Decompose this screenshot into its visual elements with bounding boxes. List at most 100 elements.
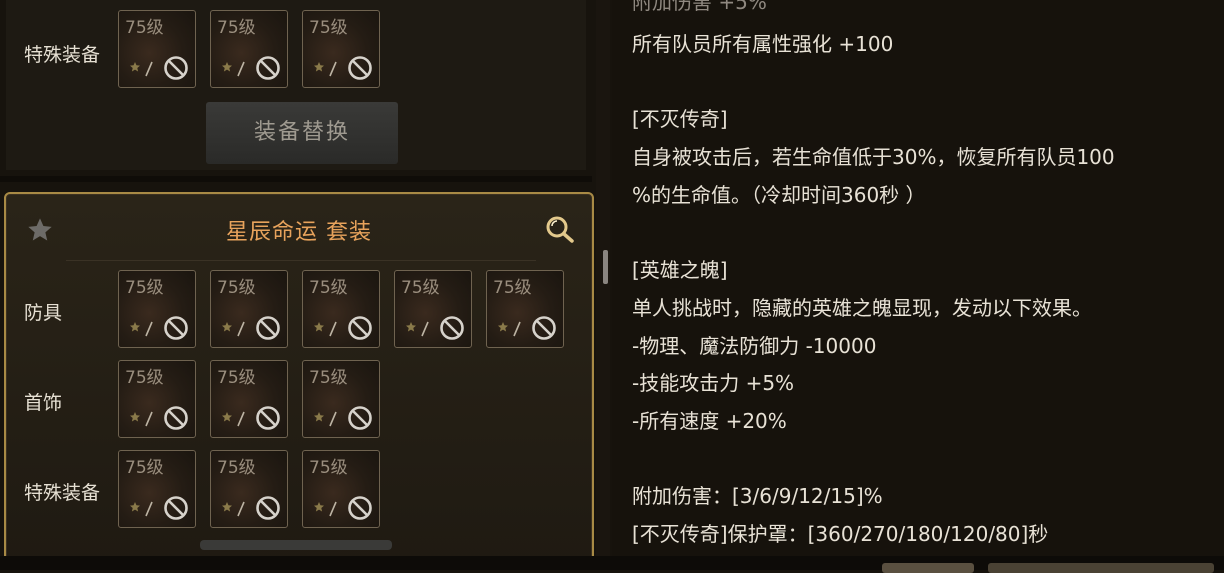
description-line: [不灭传奇] bbox=[632, 107, 728, 132]
slash-icon bbox=[329, 61, 337, 77]
equipment-slot[interactable]: 75级 bbox=[210, 10, 288, 88]
slot-level: 75级 bbox=[125, 458, 164, 478]
slot-level: 75级 bbox=[125, 368, 164, 388]
slot-level: 75级 bbox=[493, 278, 532, 298]
ban-icon bbox=[164, 316, 188, 340]
equipment-slot[interactable]: 75级 bbox=[210, 360, 288, 438]
mini-star-icon bbox=[498, 322, 508, 332]
section-divider bbox=[0, 176, 592, 182]
slash-icon bbox=[237, 501, 245, 517]
description-line: -技能攻击力 +5% bbox=[632, 371, 795, 396]
slash-icon bbox=[329, 411, 337, 427]
slot-level: 75级 bbox=[217, 368, 256, 388]
ban-icon bbox=[348, 406, 372, 430]
slot-level: 75级 bbox=[217, 458, 256, 478]
ban-icon bbox=[348, 496, 372, 520]
panel-divider bbox=[596, 0, 610, 570]
description-line: -所有速度 +20% bbox=[632, 409, 787, 433]
header-divider bbox=[66, 260, 536, 261]
mini-star-icon bbox=[130, 502, 140, 512]
slash-icon bbox=[329, 501, 337, 517]
slash-icon bbox=[513, 321, 521, 337]
equipment-slot[interactable]: 75级 bbox=[118, 450, 196, 528]
equipment-slot[interactable]: 75级 bbox=[302, 360, 380, 438]
set-header: 星辰命运 套装 bbox=[6, 194, 592, 261]
ban-icon bbox=[532, 316, 556, 340]
description-line: [英雄之魄] bbox=[632, 258, 728, 283]
left-bottom-button-edge[interactable] bbox=[200, 540, 392, 550]
equipment-slot[interactable]: 75级 bbox=[118, 10, 196, 88]
ban-icon bbox=[164, 56, 188, 80]
slash-icon bbox=[237, 321, 245, 337]
mini-star-icon bbox=[222, 412, 232, 422]
mini-star-icon bbox=[314, 62, 324, 72]
bottom-button-1[interactable] bbox=[882, 563, 974, 573]
slot-level: 75级 bbox=[125, 18, 164, 38]
mini-star-icon bbox=[222, 62, 232, 72]
equipment-slot[interactable]: 75级 bbox=[302, 10, 380, 88]
ban-icon bbox=[164, 496, 188, 520]
slot-level: 75级 bbox=[401, 278, 440, 298]
mini-star-icon bbox=[222, 322, 232, 332]
ban-icon bbox=[256, 56, 280, 80]
equipment-replace-button[interactable]: 装备替换 bbox=[206, 102, 398, 164]
desc-cut-line: 附加伤害 +5% bbox=[632, 0, 767, 14]
slash-icon bbox=[145, 61, 153, 77]
ban-icon bbox=[256, 316, 280, 340]
set-panel: 星辰命运 套装 防具 75级 75级 75级 75级 75级 首饰 75级 75级 75级 特殊装备… bbox=[4, 192, 594, 566]
equipment-slot[interactable]: 75级 bbox=[394, 270, 472, 348]
equipment-top-section: 特殊装备 75级 75级 75级 装备替换 bbox=[6, 0, 586, 170]
ban-icon bbox=[440, 316, 464, 340]
slot-level: 75级 bbox=[217, 18, 256, 38]
row-label: 特殊装备 bbox=[24, 482, 101, 504]
slot-level: 75级 bbox=[309, 458, 348, 478]
description-line: 所有队员所有属性强化 +100 bbox=[632, 32, 894, 56]
set-title: 星辰命运 套装 bbox=[226, 220, 372, 245]
ban-icon bbox=[164, 406, 188, 430]
equipment-slot[interactable]: 75级 bbox=[118, 270, 196, 348]
mini-star-icon bbox=[314, 322, 324, 332]
description-line: %的生命值。（冷却时间360秒 ） bbox=[632, 182, 926, 207]
mini-star-icon bbox=[222, 502, 232, 512]
equipment-slot[interactable]: 75级 bbox=[486, 270, 564, 348]
mini-star-icon bbox=[130, 412, 140, 422]
mini-star-icon bbox=[130, 62, 140, 72]
slash-icon bbox=[237, 61, 245, 77]
slot-level: 75级 bbox=[309, 18, 348, 38]
description-line: 附加伤害：[3/6/9/12/15]% bbox=[632, 484, 883, 509]
scrollbar-handle[interactable] bbox=[603, 250, 608, 284]
mini-star-icon bbox=[314, 412, 324, 422]
description-line: 单人挑战时，隐藏的英雄之魄显现，发动以下效果。 bbox=[632, 295, 1092, 320]
equipment-slot[interactable]: 75级 bbox=[118, 360, 196, 438]
ban-icon bbox=[256, 496, 280, 520]
ban-icon bbox=[256, 406, 280, 430]
slash-icon bbox=[237, 411, 245, 427]
mini-star-icon bbox=[314, 502, 324, 512]
slot-level: 75级 bbox=[309, 368, 348, 388]
equipment-slot[interactable]: 75级 bbox=[302, 270, 380, 348]
bottom-button-2[interactable] bbox=[988, 563, 1214, 573]
ban-icon bbox=[348, 316, 372, 340]
row-label: 防具 bbox=[24, 302, 63, 324]
ban-icon bbox=[348, 56, 372, 80]
row-label: 首饰 bbox=[24, 392, 63, 414]
row-label-special: 特殊装备 bbox=[24, 44, 101, 66]
mini-star-icon bbox=[130, 322, 140, 332]
slash-icon bbox=[145, 321, 153, 337]
search-icon[interactable] bbox=[542, 214, 578, 244]
slot-level: 75级 bbox=[217, 278, 256, 298]
equipment-slot[interactable]: 75级 bbox=[302, 450, 380, 528]
description-line: -物理、魔法防御力 -10000 bbox=[632, 333, 877, 358]
description-panel: 附加伤害 +5% 所有队员所有属性强化 +100 [不灭传奇] 自身被攻击后，若生命… bbox=[612, 0, 1224, 570]
slot-level: 75级 bbox=[309, 278, 348, 298]
equipment-slot[interactable]: 75级 bbox=[210, 450, 288, 528]
slash-icon bbox=[145, 501, 153, 517]
description-line: 自身被攻击后，若生命值低于30%，恢复所有队员100 bbox=[632, 145, 1115, 170]
mini-star-icon bbox=[406, 322, 416, 332]
slash-icon bbox=[145, 411, 153, 427]
slash-icon bbox=[329, 321, 337, 337]
slot-level: 75级 bbox=[125, 278, 164, 298]
description-line: [不灭传奇]保护罩：[360/270/180/120/80]秒 bbox=[632, 522, 1049, 547]
equipment-slot[interactable]: 75级 bbox=[210, 270, 288, 348]
slash-icon bbox=[421, 321, 429, 337]
